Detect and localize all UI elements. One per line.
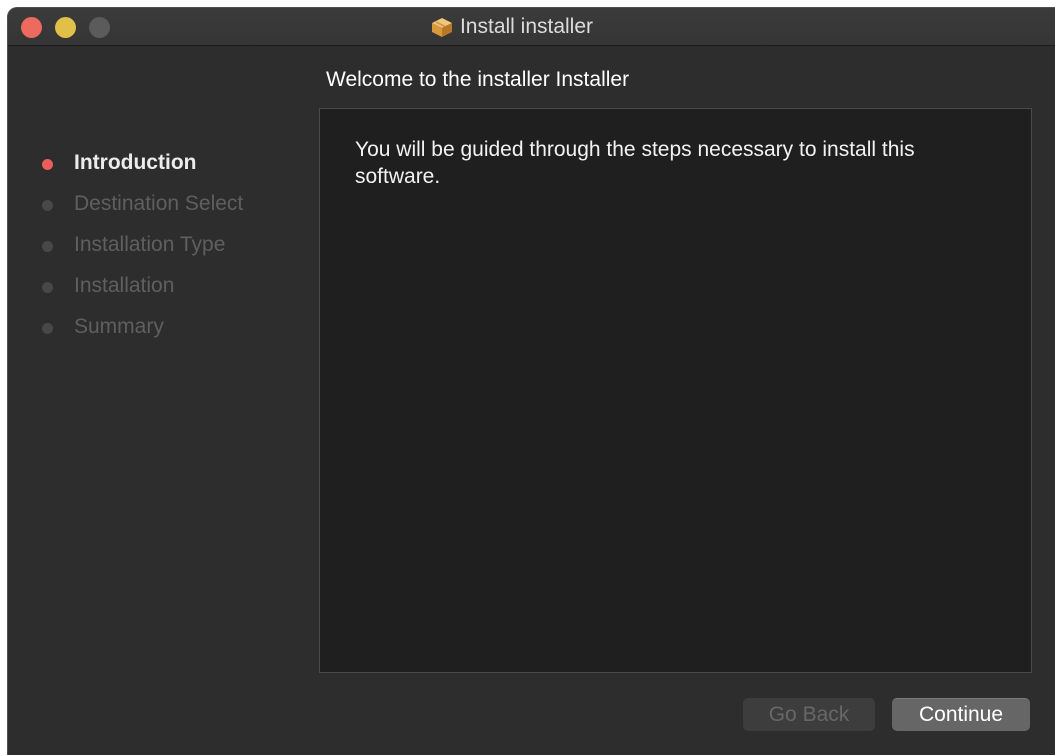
title-bar[interactable]: Install installer <box>8 8 1055 46</box>
continue-button[interactable]: Continue <box>892 698 1030 731</box>
step-label: Installation Type <box>74 232 226 256</box>
step-installation: Installation <box>38 265 308 306</box>
step-installation-type: Installation Type <box>38 224 308 265</box>
content-pane[interactable]: You will be guided through the steps nec… <box>319 108 1032 673</box>
step-indicator-dot <box>42 322 53 334</box>
step-label: Installation <box>74 273 175 297</box>
go-back-button[interactable]: Go Back <box>743 698 875 731</box>
step-indicator-dot <box>42 281 53 293</box>
window-title: Install installer <box>459 15 594 38</box>
installer-window: Install installer Welcome to the install… <box>7 7 1055 755</box>
package-icon <box>431 18 452 37</box>
step-indicator-dot <box>42 240 53 252</box>
step-summary: Summary <box>38 306 308 347</box>
steps-sidebar: Introduction Destination Select Installa… <box>38 142 308 347</box>
step-introduction: Introduction <box>38 142 308 183</box>
page-title: Welcome to the installer Installer <box>326 68 630 91</box>
step-indicator-dot <box>42 199 53 211</box>
step-label: Summary <box>74 314 164 338</box>
intro-text: You will be guided through the steps nec… <box>355 138 915 188</box>
step-indicator-dot <box>42 158 53 170</box>
window-title-group: Install installer <box>8 8 1055 46</box>
step-label: Introduction <box>74 150 197 174</box>
step-label: Destination Select <box>74 191 244 215</box>
step-destination-select: Destination Select <box>38 183 308 224</box>
